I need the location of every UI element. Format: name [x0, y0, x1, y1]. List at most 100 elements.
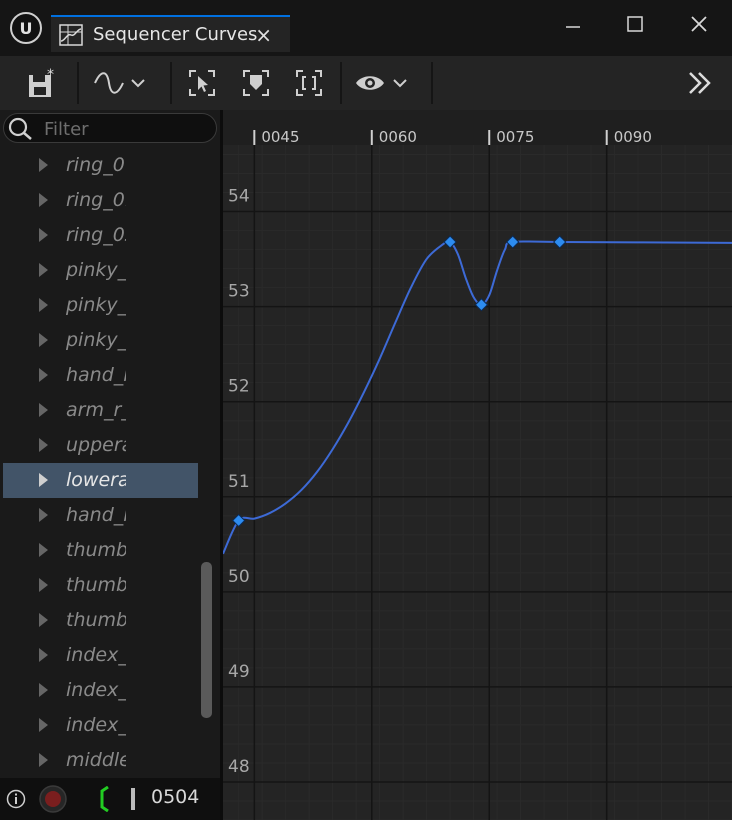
save-icon: * [29, 67, 54, 97]
tree-item[interactable]: pinky_ [3, 323, 198, 358]
y-tick-label: 50 [228, 567, 250, 587]
expand-arrow-icon[interactable] [39, 613, 48, 627]
view-options-dropdown[interactable] [354, 64, 412, 102]
x-tick-label: 0045 [261, 128, 299, 146]
tab-close-icon[interactable]: × [255, 23, 272, 47]
tree-item-label: index_ [66, 644, 126, 666]
curve-interpolation-icon [94, 72, 145, 94]
tree-item-label: ring_0: [66, 189, 126, 211]
current-frame[interactable]: 0504 [151, 786, 199, 808]
tree-item[interactable]: ring_0: [3, 183, 198, 218]
curve-graph[interactable]: 48 49 50 51 52 53 54 0045 0060 0075 0090 [223, 110, 732, 820]
curve-interpolation-dropdown[interactable] [92, 64, 150, 102]
close-button[interactable] [684, 10, 714, 38]
tree-item-label: lowera [66, 469, 126, 491]
key-tool-button[interactable] [240, 64, 272, 102]
expand-arrow-icon[interactable] [39, 508, 48, 522]
tree-item-label: thumb [66, 574, 126, 596]
status-bar: 0504 [0, 778, 220, 820]
minimize-button[interactable] [558, 10, 588, 38]
toolbar: * [0, 56, 732, 110]
x-tick-label: 0090 [614, 128, 652, 146]
curve-graph-canvas[interactable]: 48 49 50 51 52 53 54 0045 0060 0075 0090 [223, 110, 732, 820]
filter-box[interactable] [3, 113, 217, 143]
tree-item[interactable]: thumb [3, 568, 198, 603]
record-icon[interactable] [38, 784, 68, 814]
tree-item[interactable]: hand_r [3, 498, 198, 533]
expand-arrow-icon[interactable] [39, 333, 48, 347]
key-icon [243, 70, 269, 96]
tree-item[interactable]: uppera [3, 428, 198, 463]
tree-item-label: uppera [66, 434, 126, 456]
expand-arrow-icon[interactable] [39, 403, 48, 417]
title-bar: U Sequencer Curves × [0, 0, 732, 56]
tree-item[interactable]: ring_03 [3, 218, 198, 253]
tree-item-label: hand_r [66, 364, 126, 386]
curve-editor-icon [59, 23, 83, 46]
minimize-icon [566, 26, 580, 28]
expand-arrow-icon[interactable] [39, 718, 48, 732]
keyframe[interactable] [506, 235, 520, 249]
tree-item[interactable]: middle [3, 743, 198, 778]
tree-item-label: thumb [66, 609, 126, 631]
tree-item[interactable]: index_ [3, 673, 198, 708]
tree-item[interactable]: pinky_ [3, 253, 198, 288]
tree-item[interactable]: index_ [3, 638, 198, 673]
expand-arrow-icon[interactable] [39, 648, 48, 662]
search-icon [8, 117, 32, 140]
tree-item-label: index_ [66, 714, 126, 736]
tree-item-label: ring_03 [66, 224, 126, 246]
expand-arrow-icon[interactable] [39, 228, 48, 242]
y-tick-label: 52 [228, 377, 250, 397]
tree-item[interactable]: lowera [3, 463, 198, 498]
expand-arrow-icon[interactable] [39, 368, 48, 382]
expand-arrow-icon[interactable] [39, 438, 48, 452]
unreal-logo-icon[interactable]: U [10, 12, 42, 44]
frame-selection-button[interactable] [293, 64, 325, 102]
y-tick-label: 51 [228, 472, 250, 492]
tree-item-label: middle [66, 749, 126, 771]
close-icon [691, 16, 707, 32]
toolbar-separator [77, 62, 79, 104]
tree-scrollbar[interactable] [201, 562, 212, 718]
save-button[interactable]: * [22, 64, 62, 102]
tree-item-label: arm_r_ [66, 399, 126, 421]
animation-curve [223, 240, 732, 555]
expand-arrow-icon[interactable] [39, 683, 48, 697]
tree-item-label: ring_0 [66, 154, 125, 176]
x-tick-label: 0060 [379, 128, 417, 146]
tree-item[interactable]: pinky_ [3, 288, 198, 323]
tree-item[interactable]: thumb [3, 533, 198, 568]
tree-item[interactable]: arm_r_ [3, 393, 198, 428]
keyframe[interactable] [231, 513, 246, 528]
more-button[interactable] [684, 64, 716, 102]
expand-arrow-icon[interactable] [39, 753, 48, 767]
expand-arrow-icon[interactable] [39, 193, 48, 207]
tree-item-label: pinky_ [66, 259, 126, 281]
expand-arrow-icon[interactable] [39, 578, 48, 592]
expand-arrow-icon[interactable] [39, 543, 48, 557]
tree-item[interactable]: index_ [3, 708, 198, 743]
expand-arrow-icon[interactable] [39, 473, 48, 487]
tree-item[interactable]: thumb [3, 603, 198, 638]
maximize-button[interactable] [620, 10, 650, 38]
range-start-icon [100, 786, 109, 812]
tree-item-label: hand_r [66, 504, 126, 526]
tree-item[interactable]: hand_r [3, 358, 198, 393]
tab-sequencer-curves[interactable]: Sequencer Curves × [51, 15, 290, 52]
y-tick-label: 48 [228, 757, 250, 777]
select-tool-button[interactable] [186, 64, 218, 102]
expand-arrow-icon[interactable] [39, 158, 48, 172]
expand-arrow-icon[interactable] [39, 298, 48, 312]
filter-input[interactable] [42, 116, 211, 142]
toolbar-separator [431, 62, 433, 104]
expand-arrow-icon[interactable] [39, 263, 48, 277]
y-tick-label: 49 [228, 662, 250, 682]
keyframe[interactable] [553, 235, 567, 249]
y-tick-label: 53 [228, 282, 250, 302]
svg-text:*: * [47, 67, 54, 83]
tree-item[interactable]: ring_0 [3, 148, 198, 183]
view-icon [356, 76, 407, 90]
info-icon[interactable] [6, 789, 26, 809]
toolbar-separator [340, 62, 342, 104]
